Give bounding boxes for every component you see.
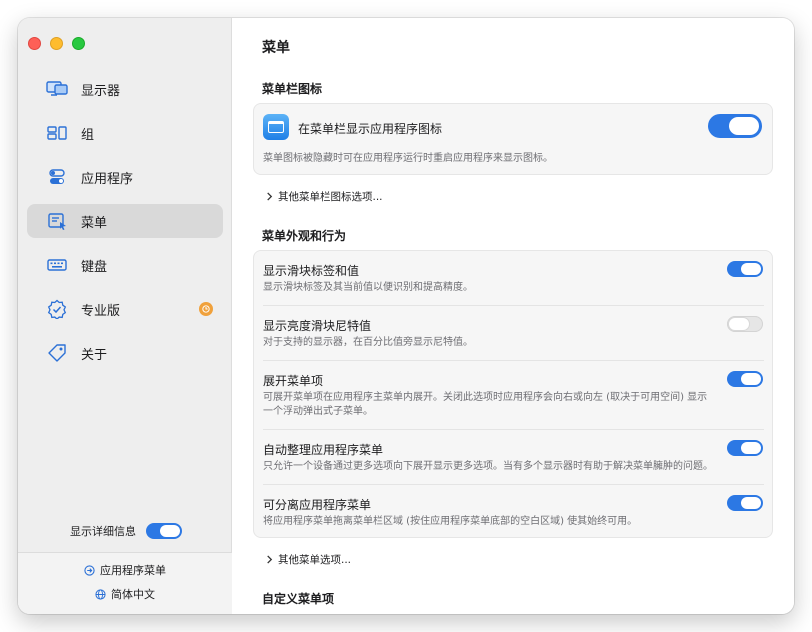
app-window: 显示器 组 应用程序 菜单 键盘 专业版 关于 显示详细信息 应用程序菜单 简体… (18, 18, 794, 614)
row-divider (263, 484, 764, 485)
slider-labels-toggle[interactable] (727, 261, 763, 277)
sidebar-item-pro[interactable]: 专业版 (27, 292, 223, 326)
chevron-right-icon (267, 192, 273, 201)
expand-items-desc-2: 一个浮动弹出式子菜单。 (263, 406, 373, 417)
app-menu-label: 应用程序菜单 (100, 564, 166, 577)
sidebar-item-label: 菜单 (81, 215, 108, 231)
page-title: 菜单 (262, 40, 290, 56)
sidebar-item-menu[interactable]: 菜单 (27, 204, 223, 238)
chevron-right-icon (267, 555, 273, 564)
sidebar-item-label: 显示器 (81, 83, 121, 99)
sidebar-footer: 应用程序菜单 简体中文 (18, 552, 232, 614)
more-menubar-icon-label: 其他菜单栏图标选项... (278, 191, 383, 203)
language-selector[interactable]: 简体中文 (18, 586, 232, 602)
sidebar-item-label: 应用程序 (81, 171, 134, 187)
row-divider (263, 360, 764, 361)
sidebar-item-about[interactable]: 关于 (27, 336, 223, 370)
display-icon (45, 79, 69, 99)
main-content: 菜单 菜单栏图标 在菜单栏显示应用程序图标 菜单图标被隐藏时可在应用程序运行时重… (232, 18, 794, 614)
expand-items-title: 展开菜单项 (263, 374, 324, 388)
zoom-window-button[interactable] (72, 37, 85, 50)
slider-labels-title: 显示滑块标签和值 (263, 264, 360, 278)
slider-labels-desc: 显示滑块标签及其当前值以便识别和提高精度。 (263, 282, 473, 293)
show-app-icon-desc: 菜单图标被隐藏时可在应用程序运行时重启应用程序来显示图标。 (263, 153, 553, 164)
detachable-menu-title: 可分离应用程序菜单 (263, 498, 372, 512)
auto-arrange-toggle[interactable] (727, 440, 763, 456)
sidebar: 显示器 组 应用程序 菜单 键盘 专业版 关于 显示详细信息 应用程序菜单 简体… (18, 18, 232, 614)
section-title-menubar-icon: 菜单栏图标 (262, 82, 323, 96)
group-icon (45, 123, 69, 143)
sidebar-item-apps[interactable]: 应用程序 (27, 160, 223, 194)
show-details-toggle[interactable] (146, 523, 182, 539)
more-menu-options-label: 其他菜单选项... (278, 554, 352, 566)
row-divider (263, 305, 764, 306)
show-app-icon-title: 在菜单栏显示应用程序图标 (298, 122, 443, 136)
section-title-custom: 自定义菜单项 (262, 592, 335, 606)
window-controls (28, 37, 85, 50)
show-details-row: 显示详细信息 (70, 523, 182, 539)
sidebar-item-label: 专业版 (81, 303, 121, 319)
clock-badge-icon (199, 302, 213, 316)
sidebar-item-group[interactable]: 组 (27, 116, 223, 150)
tag-icon (45, 343, 69, 363)
menubar-icon-card: 在菜单栏显示应用程序图标 菜单图标被隐藏时可在应用程序运行时重启应用程序来显示图… (253, 103, 773, 175)
show-app-icon-toggle[interactable] (708, 114, 762, 138)
expand-items-toggle[interactable] (727, 371, 763, 387)
globe-icon (95, 588, 106, 600)
sidebar-item-label: 组 (81, 127, 95, 143)
row-divider (263, 429, 764, 430)
close-window-button[interactable] (28, 37, 41, 50)
brightness-nits-toggle[interactable] (727, 316, 763, 332)
detachable-menu-toggle[interactable] (727, 495, 763, 511)
auto-arrange-title: 自动整理应用程序菜单 (263, 443, 384, 457)
sidebar-nav: 显示器 组 应用程序 菜单 键盘 专业版 关于 (27, 72, 223, 380)
badge-check-icon (45, 299, 69, 319)
detachable-menu-desc: 将应用程序菜单拖离菜单栏区域 (按住应用程序菜单底部的空白区域) 使其始终可用。 (263, 516, 638, 527)
toggles-icon (45, 167, 69, 187)
brightness-nits-title: 显示亮度滑块尼特值 (263, 319, 372, 333)
menu-behavior-card: 显示滑块标签和值 显示滑块标签及其当前值以便识别和提高精度。 显示亮度滑块尼特值… (253, 250, 773, 538)
more-menu-options[interactable]: 其他菜单选项... (266, 552, 351, 567)
minimize-window-button[interactable] (50, 37, 63, 50)
sidebar-item-keyboard[interactable]: 键盘 (27, 248, 223, 282)
more-menubar-icon-options[interactable]: 其他菜单栏图标选项... (266, 189, 383, 204)
brightness-nits-desc: 对于支持的显示器，在百分比值旁显示尼特值。 (263, 337, 473, 348)
show-details-label: 显示详细信息 (70, 525, 136, 538)
language-label: 简体中文 (111, 588, 155, 601)
app-window-icon (263, 114, 289, 140)
app-menu-link[interactable]: 应用程序菜单 (18, 562, 232, 578)
auto-arrange-desc: 只允许一个设备通过更多选项向下展开显示更多选项。当有多个显示器时有助于解决菜单臃… (263, 461, 713, 472)
sidebar-item-display[interactable]: 显示器 (27, 72, 223, 106)
menu-icon (45, 211, 69, 231)
section-title-behavior: 菜单外观和行为 (262, 229, 347, 243)
keyboard-icon (45, 255, 69, 275)
expand-items-desc: 可展开菜单项在应用程序主菜单内展开。关闭此选项时应用程序会向右或向左 (取决于可… (263, 392, 708, 403)
sidebar-item-label: 关于 (81, 347, 108, 363)
sidebar-item-label: 键盘 (81, 259, 108, 275)
arrow-circle-icon (84, 564, 95, 576)
